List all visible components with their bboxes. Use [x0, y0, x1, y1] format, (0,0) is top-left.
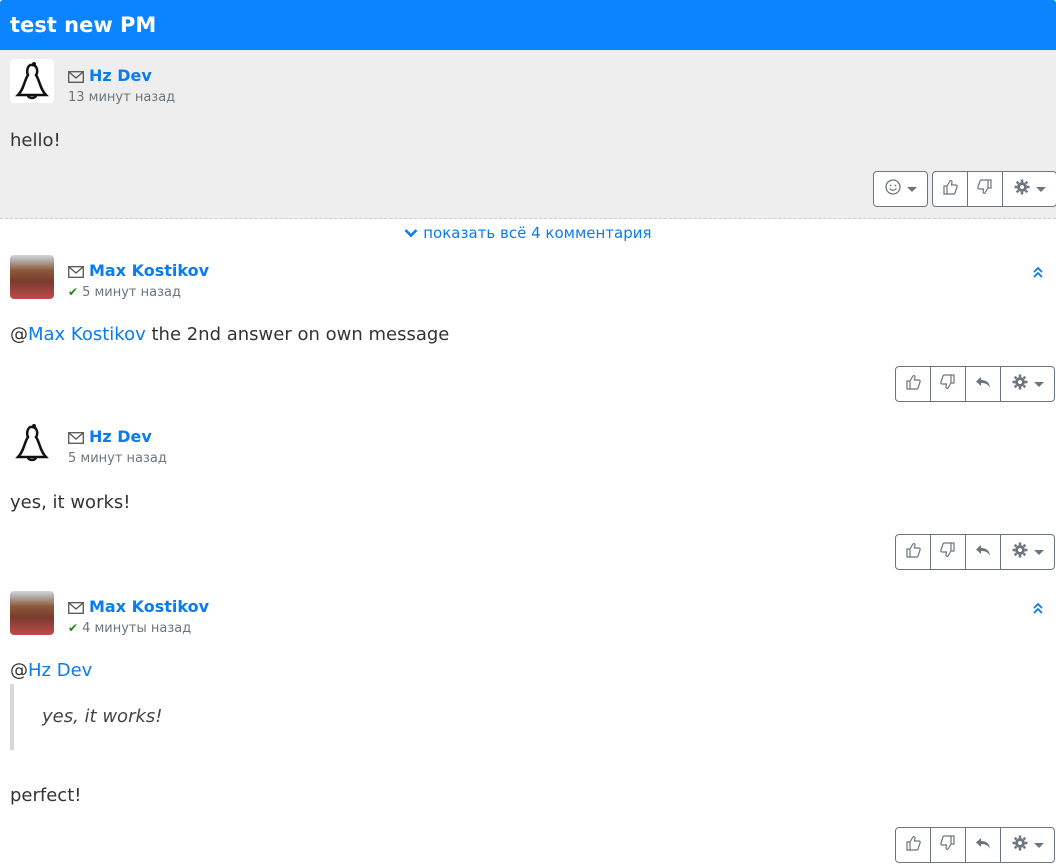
chevron-down-icon	[1035, 186, 1046, 192]
thumbs-up-icon	[905, 835, 921, 855]
bell-avatar-icon	[10, 59, 54, 103]
comment-actions	[895, 827, 1055, 863]
like-button[interactable]	[895, 366, 931, 402]
double-chevron-up-icon[interactable]	[1032, 263, 1044, 282]
comment-time: 5 минут назад	[68, 451, 167, 466]
mention-link[interactable]: Hz Dev	[28, 660, 92, 681]
page-title: test new PM	[0, 0, 1056, 50]
comment-item: Max Kostikov ✔ 5 минут назад @Max Kostiko…	[0, 255, 1056, 405]
comment-actions	[895, 534, 1055, 570]
comment-text: yes, it works!	[10, 492, 131, 513]
envelope-icon[interactable]	[68, 599, 84, 618]
reply-icon	[975, 835, 991, 855]
gear-icon	[1012, 542, 1028, 562]
dislike-button[interactable]	[930, 366, 966, 402]
reply-icon	[975, 542, 991, 562]
comment-text: @Max Kostikov the 2nd answer on own mess…	[10, 324, 450, 345]
thumbs-up-icon	[905, 374, 921, 394]
main-post: Hz Dev 13 минут назад hello!	[0, 50, 1056, 219]
comment-item: Max Kostikov ✔ 4 минуты назад @Hz Dev yes…	[0, 591, 1056, 864]
quote-block: yes, it works!	[10, 684, 162, 750]
user-avatar	[10, 255, 54, 299]
post-text: hello!	[10, 130, 61, 151]
envelope-icon[interactable]	[68, 429, 84, 448]
comment-mention-line: @Hz Dev	[10, 660, 93, 681]
gear-icon	[1014, 179, 1030, 199]
envelope-icon[interactable]	[68, 263, 84, 282]
author-link[interactable]: Max Kostikov	[89, 261, 209, 280]
comment-item: Hz Dev 5 минут назад yes, it works!	[0, 421, 1056, 571]
chevron-down-icon	[906, 186, 917, 192]
gear-icon	[1012, 835, 1028, 855]
post-meta: Hz Dev 13 минут назад	[68, 66, 175, 105]
comment-meta: Hz Dev 5 минут назад	[68, 427, 167, 466]
comment-time: ✔ 5 минут назад	[68, 285, 181, 300]
post-time: 13 минут назад	[68, 90, 176, 105]
settings-dropdown-button[interactable]	[1000, 534, 1055, 570]
thumbs-down-icon	[940, 374, 956, 394]
chevron-down-icon	[1033, 381, 1044, 387]
comment-meta: Max Kostikov ✔ 5 минут назад	[68, 261, 209, 300]
check-icon: ✔	[68, 285, 79, 299]
dislike-button[interactable]	[930, 827, 966, 863]
thumbs-down-icon	[977, 179, 993, 199]
like-button[interactable]	[895, 827, 931, 863]
thumbs-up-icon	[905, 542, 921, 562]
emoji-reaction-button[interactable]	[873, 171, 928, 207]
emoji-button-group	[873, 171, 928, 207]
quote-text: yes, it works!	[42, 706, 163, 727]
author-link[interactable]: Max Kostikov	[89, 597, 209, 616]
reply-button[interactable]	[965, 534, 1001, 570]
comment-actions	[895, 366, 1055, 402]
dislike-button[interactable]	[930, 534, 966, 570]
chevron-down-icon	[1033, 842, 1044, 848]
chevron-down-icon	[404, 224, 418, 242]
author-link[interactable]: Hz Dev	[89, 427, 152, 446]
check-icon: ✔	[68, 621, 79, 635]
bell-avatar-icon	[10, 421, 54, 465]
settings-dropdown-button[interactable]	[1000, 827, 1055, 863]
comment-meta: Max Kostikov ✔ 4 минуты назад	[68, 597, 209, 636]
settings-dropdown-button[interactable]	[1000, 366, 1055, 402]
dislike-button[interactable]	[967, 171, 1003, 207]
thumbs-down-icon	[940, 835, 956, 855]
like-button[interactable]	[932, 171, 968, 207]
thumbs-down-icon	[940, 542, 956, 562]
author-link[interactable]: Hz Dev	[89, 66, 152, 85]
smiley-icon	[884, 179, 901, 199]
thumbs-up-icon	[942, 179, 958, 199]
show-all-comments-link[interactable]: показать всё 4 комментария	[0, 224, 1056, 242]
mention-link[interactable]: Max Kostikov	[28, 324, 146, 345]
post-actions	[932, 171, 1056, 207]
show-all-label: показать всё 4 комментария	[423, 224, 652, 242]
comment-time: ✔ 4 минуты назад	[68, 621, 192, 636]
envelope-icon[interactable]	[68, 68, 84, 87]
chevron-down-icon	[1033, 549, 1044, 555]
comment-text: perfect!	[10, 785, 82, 806]
gear-icon	[1012, 374, 1028, 394]
reply-button[interactable]	[965, 827, 1001, 863]
like-button[interactable]	[895, 534, 931, 570]
reply-button[interactable]	[965, 366, 1001, 402]
settings-dropdown-button[interactable]	[1002, 171, 1056, 207]
double-chevron-up-icon[interactable]	[1032, 599, 1044, 618]
reply-icon	[975, 374, 991, 394]
user-avatar	[10, 591, 54, 635]
